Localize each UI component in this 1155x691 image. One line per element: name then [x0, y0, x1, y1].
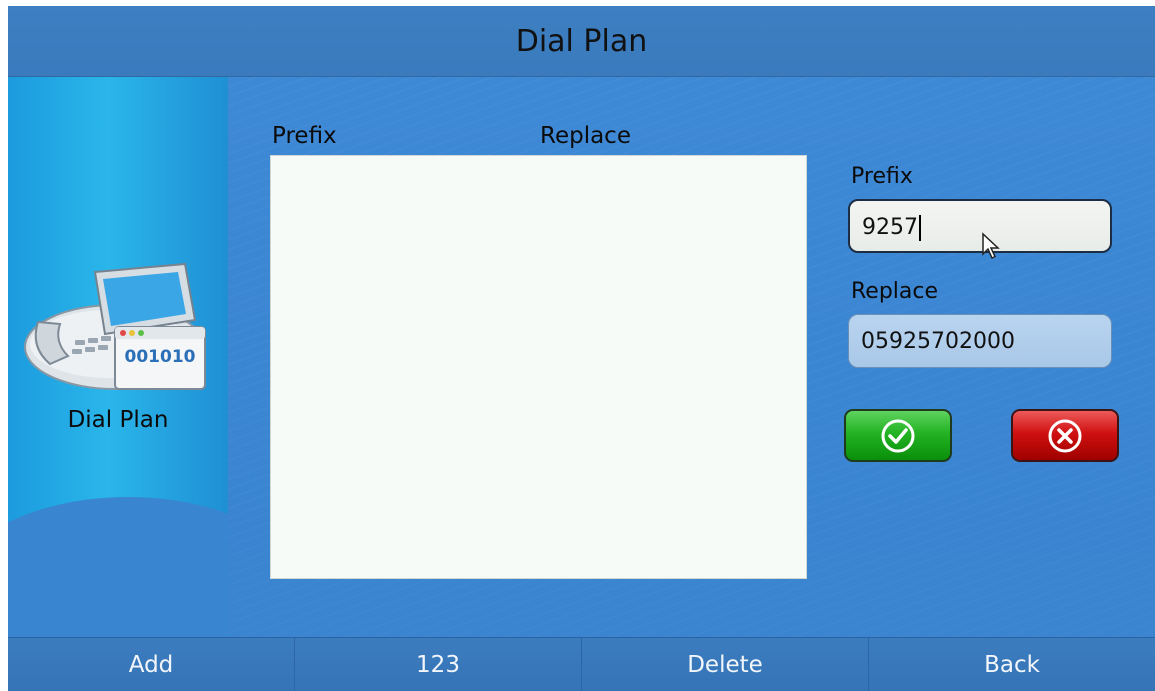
prefix-input[interactable]: 9257 [848, 199, 1112, 253]
delete-button[interactable]: Delete [582, 638, 869, 691]
sidebar-decoration [8, 497, 228, 637]
input-mode-button[interactable]: 123 [295, 638, 582, 691]
phone-icon-text: 001010 [125, 347, 196, 367]
confirm-button[interactable] [844, 409, 952, 462]
back-button[interactable]: Back [869, 638, 1155, 691]
sidebar: 001010 Dial Plan [8, 77, 228, 637]
cross-icon [1048, 419, 1082, 452]
mouse-pointer-icon [982, 232, 1000, 260]
checkmark-icon [881, 419, 915, 452]
page-title: Dial Plan [515, 24, 648, 59]
prefix-value: 9257 [862, 215, 918, 240]
title-bar: Dial Plan [8, 6, 1155, 77]
text-caret [919, 215, 921, 241]
column-header-prefix: Prefix [272, 123, 337, 149]
phone-dial-plan-icon: 001010 [24, 262, 206, 390]
prefix-label: Prefix [851, 164, 913, 189]
sidebar-item-dial-plan[interactable]: Dial Plan [8, 407, 228, 433]
replace-value: 05925702000 [861, 329, 1015, 354]
replace-input[interactable]: 05925702000 [848, 314, 1112, 368]
replace-label: Replace [851, 279, 939, 304]
softkey-bar: Add 123 Delete Back [8, 637, 1155, 691]
screen: Dial Plan 001010 Dial Plan Prefix Replac… [8, 6, 1155, 691]
add-button[interactable]: Add [8, 638, 295, 691]
cancel-button[interactable] [1011, 409, 1119, 462]
dial-plan-list[interactable] [270, 155, 807, 579]
column-header-replace: Replace [540, 123, 631, 149]
